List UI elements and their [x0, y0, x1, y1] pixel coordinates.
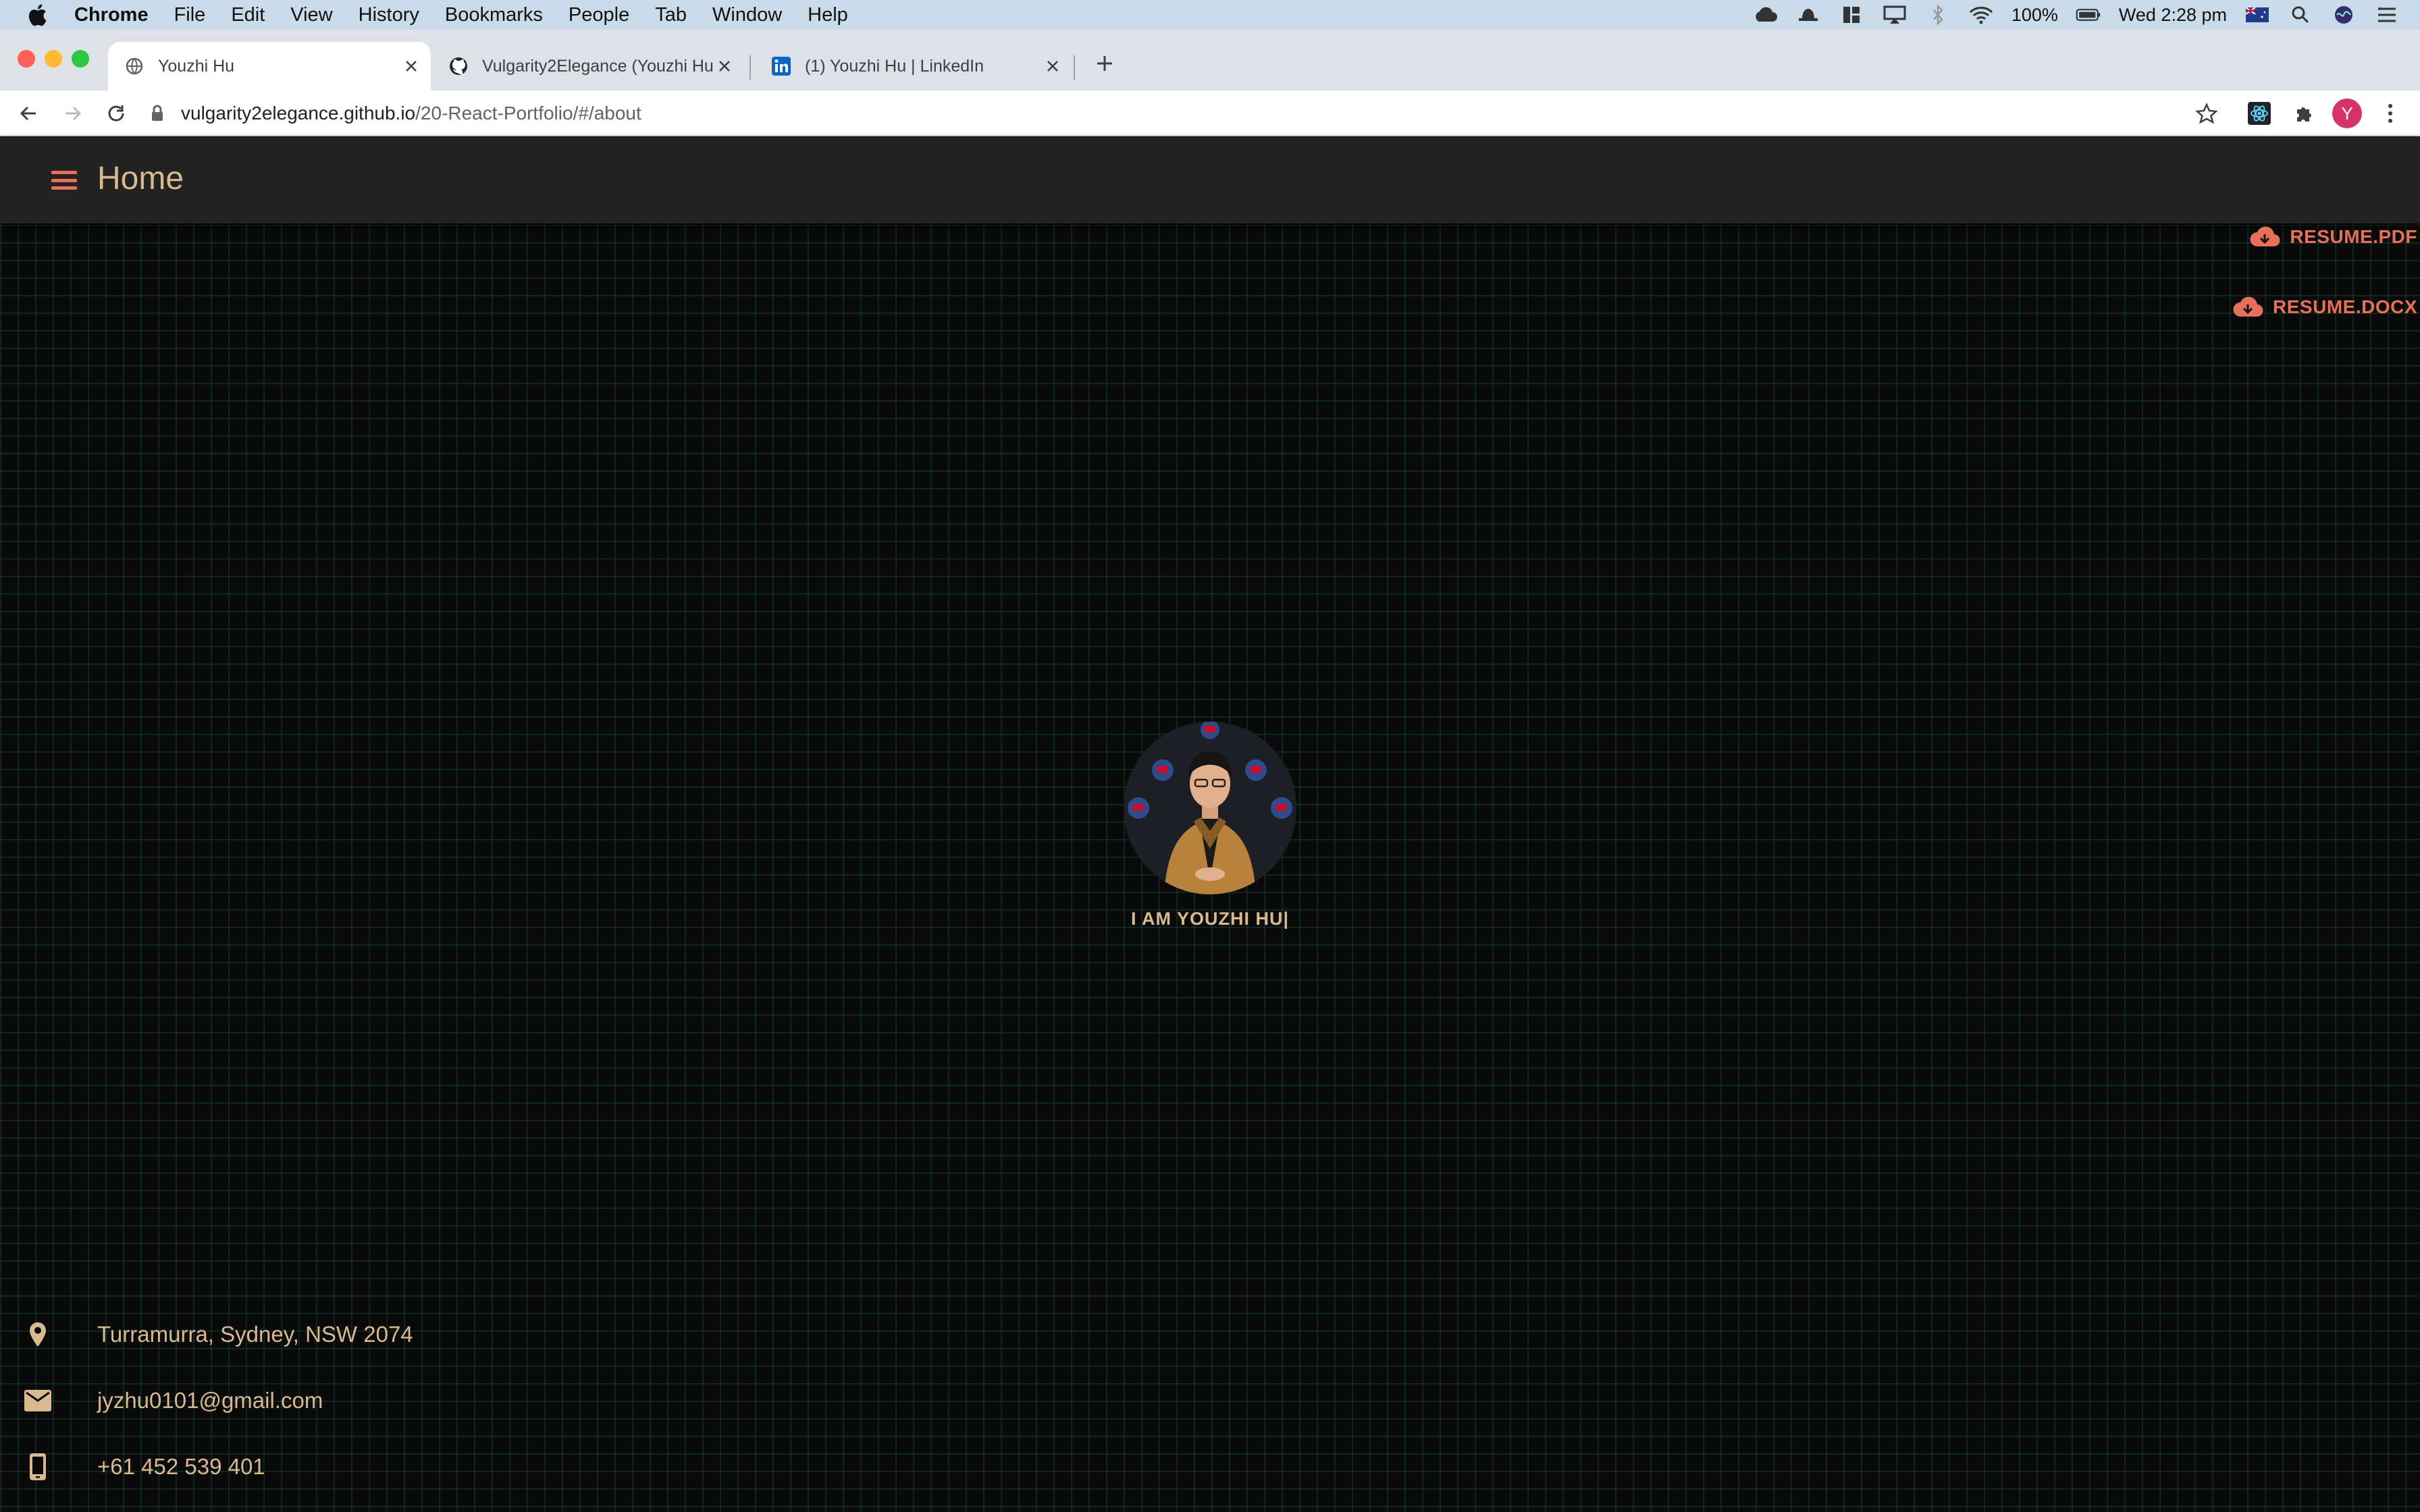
resume-docx-label: RESUME.DOCX [2273, 296, 2417, 317]
tab-github[interactable]: Vulgarity2Elegance (Youzhi Hu [432, 42, 744, 90]
github-icon [448, 56, 469, 76]
profile-avatar[interactable]: Y [2332, 99, 2362, 128]
phone-icon [23, 1452, 53, 1482]
tab-title: Youzhi Hu [158, 56, 235, 76]
tab-youzhi-hu[interactable]: Youzhi Hu [108, 42, 431, 90]
clock[interactable]: Wed 2:28 pm [2119, 5, 2227, 26]
menu-bookmarks[interactable]: Bookmarks [445, 4, 543, 26]
menu-view[interactable]: View [290, 4, 332, 26]
window-zoom-button[interactable] [72, 50, 89, 68]
cloud-download-icon [2233, 296, 2263, 317]
location-pin-icon [23, 1320, 53, 1349]
email-icon [23, 1386, 53, 1415]
app-bar: Home [0, 137, 2420, 223]
profile-photo [1124, 722, 1296, 894]
icloud-icon[interactable] [1752, 5, 1778, 25]
globe-icon [124, 56, 144, 76]
tab-separator [1074, 55, 1075, 80]
url-path: /20-React-Portfolio/#/about [415, 103, 641, 124]
tab-title: (1) Youzhi Hu | LinkedIn [805, 56, 984, 76]
page-content: Home RESUME.PDF RESUME.DOCX I AM YOUZHI … [0, 137, 2420, 1512]
intro-typewriter-text: I AM YOUZHI HU| [1130, 909, 1290, 929]
siri-icon[interactable] [2331, 5, 2357, 25]
phone-text[interactable]: +61 452 539 401 [97, 1454, 265, 1480]
chrome-menu-icon[interactable] [2377, 100, 2404, 127]
browser-toolbar: vulgarity2elegance.github.io/20-React-Po… [0, 90, 2420, 136]
menu-edit[interactable]: Edit [231, 4, 265, 26]
tab-separator [749, 55, 751, 80]
resume-pdf-link[interactable]: RESUME.PDF [2249, 226, 2417, 248]
reload-button[interactable] [103, 100, 130, 127]
address-text: Turramurra, Sydney, NSW 2074 [97, 1322, 413, 1347]
lock-icon[interactable] [149, 103, 166, 124]
bookmark-star-icon[interactable] [2193, 100, 2220, 127]
address-bar[interactable]: vulgarity2elegance.github.io/20-React-Po… [149, 94, 2228, 132]
grid-app-icon[interactable] [1839, 5, 1864, 25]
menu-tab[interactable]: Tab [655, 4, 687, 26]
tab-title: Vulgarity2Elegance (Youzhi Hu [482, 56, 714, 76]
close-tab-icon[interactable] [714, 56, 735, 76]
tab-linkedin[interactable]: (1) Youzhi Hu | LinkedIn [755, 42, 1072, 90]
back-button[interactable] [15, 100, 42, 127]
wifi-icon[interactable] [1968, 5, 1994, 25]
window-minimize-button[interactable] [45, 50, 62, 68]
tab-strip: Youzhi Hu Vulgarity2Elegance (Youzhi Hu … [0, 30, 2420, 90]
resume-pdf-label: RESUME.PDF [2290, 226, 2417, 247]
menu-file[interactable]: File [174, 4, 206, 26]
page-title: Home [97, 161, 184, 196]
linkedin-icon [771, 56, 791, 76]
email-text[interactable]: jyzhu0101@gmail.com [97, 1388, 323, 1413]
airplay-icon[interactable] [1882, 5, 1908, 25]
extensions-puzzle-icon[interactable] [2290, 100, 2317, 127]
menu-help[interactable]: Help [808, 4, 848, 26]
menu-people[interactable]: People [569, 4, 629, 26]
new-tab-button[interactable] [1091, 50, 1118, 77]
window-close-button[interactable] [18, 50, 35, 68]
resume-docx-link[interactable]: RESUME.DOCX [2232, 296, 2417, 318]
menu-window[interactable]: Window [712, 4, 782, 26]
cloud-download-icon [2250, 226, 2280, 247]
flag-australia-icon[interactable] [2244, 5, 2270, 25]
incognito-hat-icon[interactable] [1795, 5, 1821, 25]
spotlight-search-icon[interactable] [2288, 5, 2313, 25]
battery-icon[interactable] [2076, 5, 2101, 25]
menu-app-chrome[interactable]: Chrome [74, 4, 149, 26]
close-tab-icon[interactable] [401, 56, 421, 76]
macos-menu-bar: Chrome File Edit View History Bookmarks … [0, 0, 2420, 30]
url-host: vulgarity2elegance.github.io [181, 103, 416, 124]
hamburger-menu-icon[interactable] [49, 167, 80, 194]
battery-percent: 100% [2011, 4, 2058, 25]
react-devtools-icon[interactable] [2246, 100, 2273, 127]
apple-icon[interactable] [27, 3, 47, 26]
control-center-icon[interactable] [2374, 5, 2400, 25]
menu-history[interactable]: History [359, 4, 419, 26]
close-tab-icon[interactable] [1043, 56, 1063, 76]
bluetooth-icon[interactable] [1925, 5, 1951, 25]
forward-button[interactable] [59, 100, 86, 127]
